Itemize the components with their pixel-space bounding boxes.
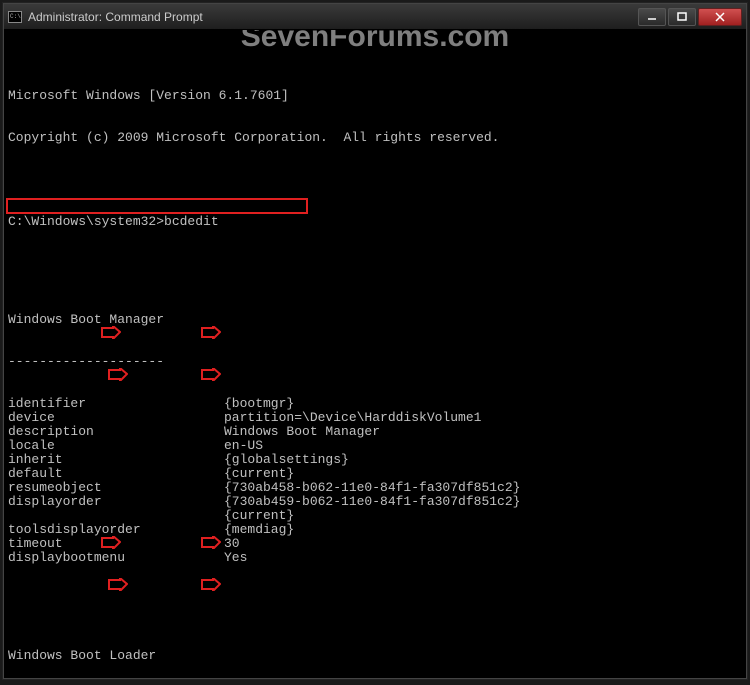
output-row: devicepartition=\Device\HarddiskVolume1 (8, 411, 742, 425)
row-key: identifier (8, 397, 224, 411)
row-value: {730ab459-b062-11e0-84f1-fa307df851c2} (224, 495, 520, 509)
titlebar[interactable]: Administrator: Command Prompt (4, 4, 746, 30)
arrow-right-icon (108, 578, 128, 591)
window-title: Administrator: Command Prompt (28, 10, 638, 24)
row-key: default (8, 467, 224, 481)
output-row: displaybootmenuYes (8, 551, 742, 565)
row-value: {current} (224, 509, 294, 523)
section-title: Windows Boot Loader (8, 649, 742, 663)
arrow-right-icon (101, 326, 121, 339)
row-key: toolsdisplayorder (8, 523, 224, 537)
row-key: description (8, 425, 224, 439)
command-prompt-window: Administrator: Command Prompt SevenForum… (3, 3, 747, 679)
prompt-line: C:\Windows\system32>bcdedit (8, 215, 742, 229)
maximize-button[interactable] (668, 8, 696, 26)
row-value: partition=\Device\HarddiskVolume1 (224, 411, 481, 425)
row-key: resumeobject (8, 481, 224, 495)
row-value: en-US (224, 439, 263, 453)
row-value: {memdiag} (224, 523, 294, 537)
maximize-icon (677, 12, 687, 22)
arrow-right-icon (201, 326, 221, 339)
row-value: {globalsettings} (224, 453, 349, 467)
output-row: displayorder{730ab459-b062-11e0-84f1-fa3… (8, 495, 742, 509)
row-value: {730ab458-b062-11e0-84f1-fa307df851c2} (224, 481, 520, 495)
highlight-default-current (6, 198, 308, 214)
row-key: locale (8, 439, 224, 453)
close-button[interactable] (698, 8, 742, 26)
window-controls (638, 8, 742, 26)
close-icon (715, 12, 725, 22)
console-output[interactable]: SevenForums.com Microsoft Windows [Versi… (4, 30, 746, 678)
output-row: resumeobject{730ab458-b062-11e0-84f1-fa3… (8, 481, 742, 495)
minimize-icon (647, 12, 657, 22)
row-key: displaybootmenu (8, 551, 224, 565)
output-row: {current} (8, 509, 742, 523)
output-row: localeen-US (8, 439, 742, 453)
row-value: Windows Boot Manager (224, 425, 380, 439)
arrow-right-icon (108, 368, 128, 381)
output-row: identifier{bootmgr} (8, 397, 742, 411)
header-line: Copyright (c) 2009 Microsoft Corporation… (8, 131, 742, 145)
row-value: {current} (224, 467, 294, 481)
row-key: device (8, 411, 224, 425)
row-key: displayorder (8, 495, 224, 509)
blank-line (8, 173, 742, 187)
row-value: Yes (224, 551, 247, 565)
header-line: Microsoft Windows [Version 6.1.7601] (8, 89, 742, 103)
cmd-icon (8, 11, 22, 23)
row-value: 30 (224, 537, 240, 551)
row-key: timeout (8, 537, 224, 551)
output-row: timeout30 (8, 537, 742, 551)
row-key (8, 509, 224, 523)
section-dashes: -------------------- (8, 355, 742, 369)
arrow-right-icon (201, 368, 221, 381)
blank-line (8, 257, 742, 271)
watermark: SevenForums.com (241, 30, 509, 44)
output-row: toolsdisplayorder{memdiag} (8, 523, 742, 537)
arrow-right-icon (201, 578, 221, 591)
row-value: {bootmgr} (224, 397, 294, 411)
row-key: inherit (8, 453, 224, 467)
minimize-button[interactable] (638, 8, 666, 26)
output-row: inherit{globalsettings} (8, 453, 742, 467)
output-row: descriptionWindows Boot Manager (8, 425, 742, 439)
output-row: default{current} (8, 467, 742, 481)
blank-line (8, 593, 742, 607)
section-title: Windows Boot Manager (8, 313, 742, 327)
